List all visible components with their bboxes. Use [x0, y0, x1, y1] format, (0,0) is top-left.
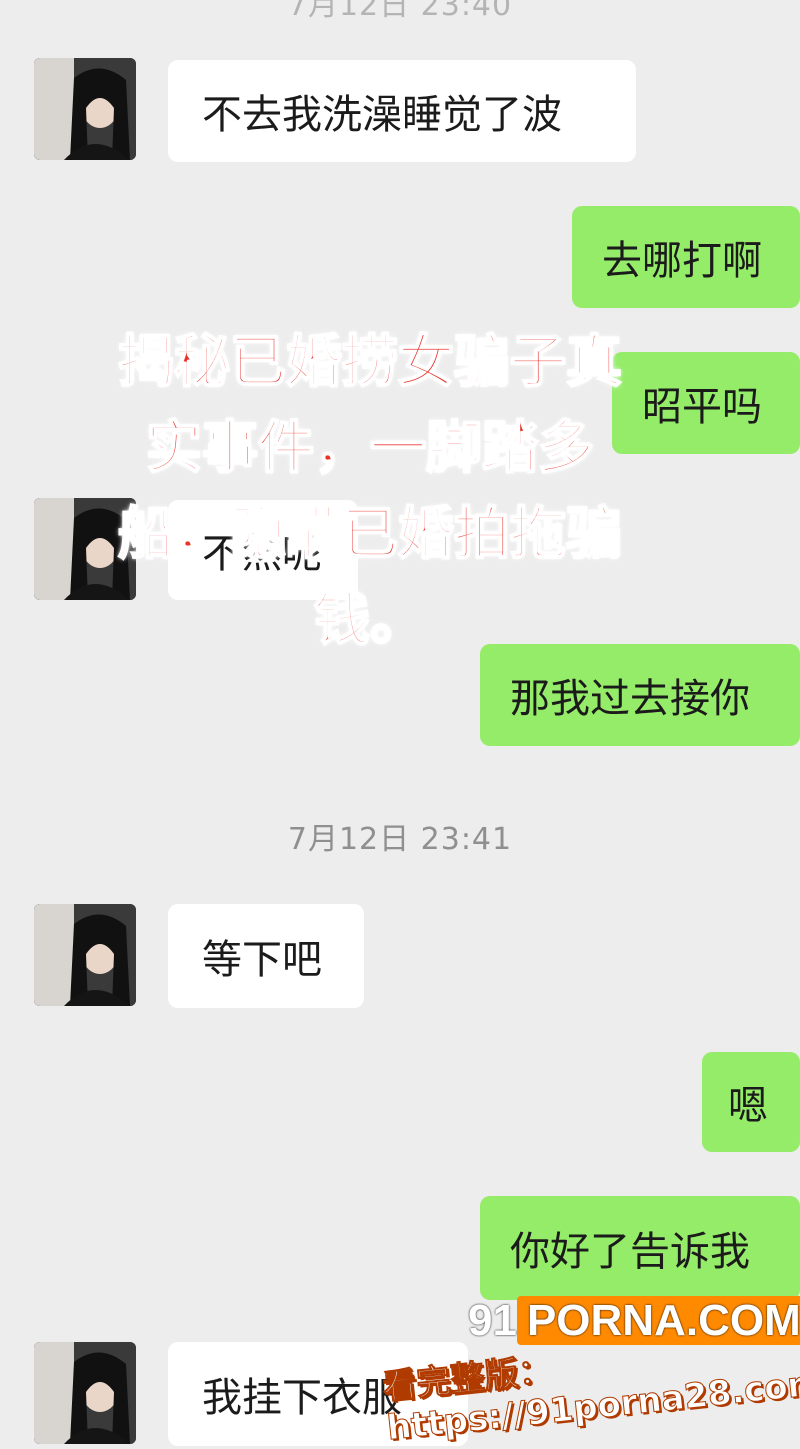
headline-line: 揭秘已婚捞女骗子真: [117, 329, 623, 396]
watermark-prefix: 91: [468, 1296, 517, 1345]
message-bubble-outgoing[interactable]: 你好了告诉我: [480, 1196, 800, 1300]
message-bubble-outgoing[interactable]: 嗯: [702, 1052, 800, 1152]
message-bubble-outgoing[interactable]: 去哪打啊: [572, 206, 800, 308]
avatar[interactable]: [34, 58, 136, 160]
timestamp: 7月12日 23:41: [287, 822, 513, 857]
avatar[interactable]: [34, 904, 136, 1006]
avatar-photo-icon: [34, 904, 136, 1006]
avatar-photo-icon: [34, 1342, 136, 1444]
message-bubble-incoming[interactable]: 不去我洗澡睡觉了波: [168, 60, 636, 162]
headline-overlay: 揭秘已婚捞女骗子真 实事件，一脚踏多 船，隐瞒已婚拍拖骗 钱。: [80, 320, 660, 664]
timestamp-top: 7月12日 23:40: [287, 0, 513, 23]
avatar[interactable]: [34, 1342, 136, 1444]
headline-line: 实事件，一脚踏多: [145, 415, 595, 482]
headline-line: 钱。: [313, 587, 427, 654]
headline-line: 船，隐瞒已婚拍拖骗: [117, 501, 623, 568]
message-bubble-incoming[interactable]: 等下吧: [168, 904, 364, 1008]
avatar-photo-icon: [34, 58, 136, 160]
